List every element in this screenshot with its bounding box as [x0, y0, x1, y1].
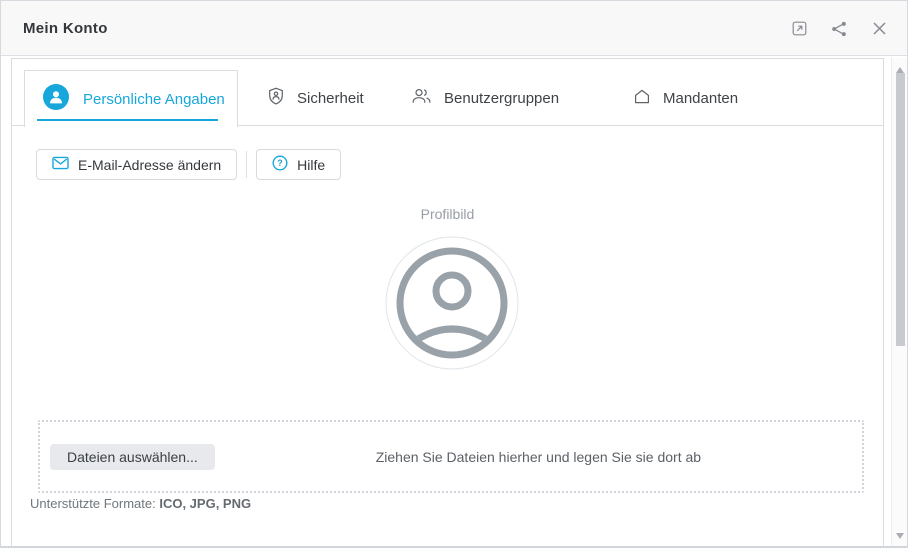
- people-icon: [412, 88, 431, 109]
- share-icon[interactable]: [831, 21, 847, 37]
- profilbild-label: Profilbild: [420, 206, 475, 222]
- titlebar-icons: [791, 1, 887, 56]
- file-dropzone[interactable]: Dateien auswählen... Ziehen Sie Dateien …: [38, 420, 864, 493]
- person-circle-icon: [43, 83, 69, 115]
- supported-formats-label: Unterstützte Formate:: [30, 496, 156, 511]
- drop-hint-text: Ziehen Sie Dateien hierher und legen Sie…: [375, 448, 702, 465]
- toolbar-divider: [246, 151, 248, 178]
- open-in-new-icon[interactable]: [791, 21, 807, 37]
- profile-avatar-placeholder: [384, 235, 520, 371]
- supported-formats-list: ICO, JPG, PNG: [159, 496, 252, 511]
- scrollbar-thumb[interactable]: [896, 73, 905, 346]
- tab-label: Benutzergruppen: [444, 90, 560, 107]
- tab-label: Persönliche Angaben: [83, 90, 225, 108]
- scrollbar-down-arrow[interactable]: [895, 532, 905, 540]
- dialog-titlebar: Mein Konto: [1, 1, 907, 56]
- mein-konto-dialog: Mein Konto Persönliche Angaben Sicherhei…: [0, 0, 908, 548]
- vertical-scrollbar[interactable]: [891, 58, 907, 546]
- close-icon[interactable]: [871, 21, 887, 37]
- svg-text:?: ?: [277, 158, 283, 168]
- tab-sicherheit[interactable]: Sicherheit: [268, 71, 364, 126]
- account-card: Persönliche Angaben Sicherheit Benutzerg…: [11, 58, 884, 546]
- tabbar: Persönliche Angaben Sicherheit Benutzerg…: [12, 59, 883, 127]
- active-tab-underline: [37, 119, 218, 121]
- tab-label: Sicherheit: [297, 90, 364, 107]
- help-button[interactable]: ? Hilfe: [256, 149, 342, 180]
- dialog-title: Mein Konto: [23, 20, 108, 37]
- tab-mandanten[interactable]: Mandanten: [634, 71, 738, 126]
- help-label: Hilfe: [297, 156, 326, 173]
- shield-person-icon: [268, 87, 284, 110]
- home-icon: [634, 89, 650, 109]
- tab-benutzergruppen[interactable]: Benutzergruppen: [412, 71, 559, 126]
- tab-label: Mandanten: [663, 90, 739, 107]
- choose-files-button[interactable]: Dateien auswählen...: [50, 443, 215, 470]
- supported-formats-note: Unterstützte Formate: ICO, JPG, PNG: [30, 496, 251, 511]
- mail-icon: [52, 156, 69, 173]
- change-email-label: E-Mail-Adresse ändern: [78, 156, 222, 173]
- toolbar: E-Mail-Adresse ändern ? Hilfe: [36, 149, 342, 180]
- change-email-button[interactable]: E-Mail-Adresse ändern: [36, 149, 238, 180]
- help-icon: ?: [272, 155, 288, 174]
- tab-persoenliche-angaben[interactable]: Persönliche Angaben: [24, 70, 238, 127]
